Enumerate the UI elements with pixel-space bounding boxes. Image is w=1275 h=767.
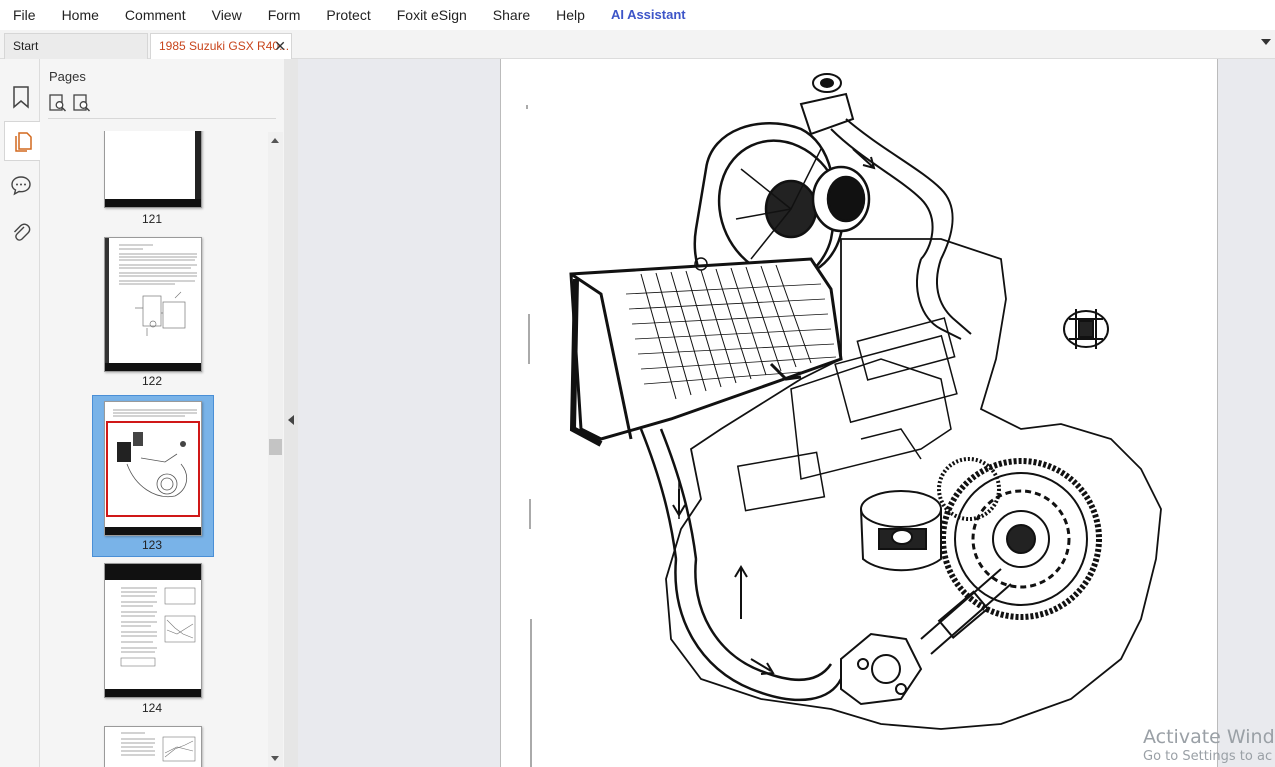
page-thumbnail[interactable] bbox=[104, 237, 202, 372]
page-thumbnail[interactable] bbox=[104, 563, 202, 698]
chevron-down-icon[interactable] bbox=[1261, 39, 1271, 45]
page-preview bbox=[121, 732, 196, 762]
panel-splitter[interactable] bbox=[284, 59, 298, 767]
page-magnify-icon bbox=[49, 94, 67, 112]
pages-icon bbox=[14, 132, 32, 152]
page-thumbnail[interactable] bbox=[104, 131, 202, 208]
page-number: 122 bbox=[141, 374, 163, 388]
menu-home[interactable]: Home bbox=[49, 0, 112, 30]
page-preview bbox=[105, 238, 197, 371]
menu-form[interactable]: Form bbox=[255, 0, 314, 30]
page-number: 123 bbox=[141, 538, 163, 552]
tab-document-label: 1985 Suzuki GSX R40... bbox=[159, 39, 290, 53]
scroll-up-arrow-icon[interactable] bbox=[271, 138, 279, 143]
page-number: 124 bbox=[141, 701, 163, 715]
watermark-line2: Go to Settings to ac bbox=[1143, 749, 1273, 764]
page-thumbnail-current[interactable] bbox=[104, 401, 202, 536]
menu-foxit-esign[interactable]: Foxit eSign bbox=[384, 0, 480, 30]
divider bbox=[48, 118, 276, 119]
bookmark-icon bbox=[13, 86, 29, 109]
page-preview bbox=[105, 564, 201, 667]
menu-comment[interactable]: Comment bbox=[112, 0, 199, 30]
menu-share[interactable]: Share bbox=[480, 0, 543, 30]
menu-protect[interactable]: Protect bbox=[313, 0, 383, 30]
menu-help[interactable]: Help bbox=[543, 0, 598, 30]
page-zoom-in-button[interactable] bbox=[48, 93, 68, 113]
page-thumbnail[interactable] bbox=[104, 726, 202, 767]
tab-start[interactable]: Start bbox=[4, 33, 148, 59]
engine-cooling-illustration bbox=[526, 73, 1162, 767]
navigation-rail bbox=[0, 59, 40, 767]
tab-document[interactable]: 1985 Suzuki GSX R40... ✕ bbox=[150, 33, 292, 60]
menu-file[interactable]: File bbox=[0, 0, 49, 30]
page-magnify-icon bbox=[73, 94, 91, 112]
comment-icon bbox=[11, 176, 31, 196]
collapse-panel-icon[interactable] bbox=[288, 415, 294, 425]
document-tab-bar: Start 1985 Suzuki GSX R40... ✕ bbox=[0, 30, 1275, 60]
paperclip-icon bbox=[14, 223, 31, 241]
watermark-line1: Activate Windo bbox=[1143, 726, 1275, 748]
document-page bbox=[500, 59, 1218, 767]
tab-start-label: Start bbox=[13, 39, 39, 53]
scroll-down-arrow-icon[interactable] bbox=[271, 756, 279, 761]
page-zoom-out-button[interactable] bbox=[72, 93, 92, 113]
menu-bar: File Home Comment View Form Protect Foxi… bbox=[0, 0, 1275, 30]
document-view[interactable] bbox=[298, 59, 1275, 767]
scrollbar-thumb[interactable] bbox=[269, 439, 282, 455]
panel-title: Pages bbox=[49, 69, 86, 84]
menu-ai-assistant[interactable]: AI Assistant bbox=[598, 0, 699, 30]
activation-watermark: Activate Windo Go to Settings to ac bbox=[1143, 726, 1275, 764]
menu-view[interactable]: View bbox=[199, 0, 255, 30]
comments-button[interactable] bbox=[4, 165, 38, 205]
page-number: 121 bbox=[141, 212, 163, 226]
bookmark-button[interactable] bbox=[4, 77, 38, 117]
page-preview bbox=[106, 409, 200, 517]
thumbnail-list[interactable]: 121 122 123 124 bbox=[40, 131, 268, 767]
pages-panel: Pages 121 122 123 124 bbox=[40, 59, 284, 767]
close-icon[interactable]: ✕ bbox=[274, 34, 286, 59]
attachments-button[interactable] bbox=[4, 213, 38, 253]
pages-button[interactable] bbox=[4, 121, 40, 161]
thumbnail-scrollbar[interactable] bbox=[268, 132, 283, 767]
